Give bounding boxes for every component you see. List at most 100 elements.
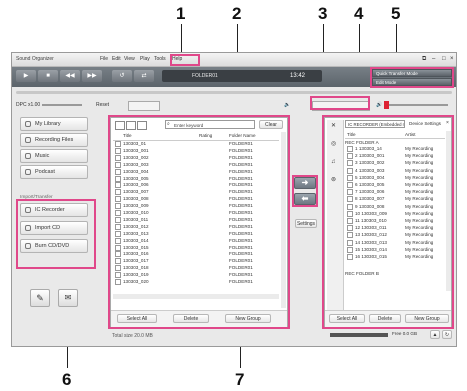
transfer-settings-button[interactable]: Settings bbox=[295, 219, 317, 228]
shuffle-icon[interactable]: ⇄ bbox=[134, 70, 154, 82]
device-row[interactable]: 13 130303_012 My Recording bbox=[345, 232, 445, 239]
row-checkbox[interactable] bbox=[115, 216, 121, 223]
row-checkbox[interactable] bbox=[115, 237, 121, 244]
device-row[interactable]: 5 130303_004 My Recording bbox=[345, 174, 445, 182]
device-row[interactable]: 1 130303_14 My Recording bbox=[345, 146, 445, 153]
search-input[interactable]: Enter keyword bbox=[165, 120, 255, 129]
row-checkbox[interactable] bbox=[115, 272, 121, 279]
table-row[interactable]: 130303_012 FOLDER01 bbox=[113, 223, 279, 231]
row-checkbox[interactable] bbox=[115, 251, 121, 258]
library-scrollbar[interactable] bbox=[281, 132, 286, 308]
transfer-to-device-button[interactable]: ➜ bbox=[294, 177, 316, 189]
table-row[interactable]: 130303_020 FOLDER01 bbox=[113, 279, 279, 286]
row-checkbox[interactable] bbox=[347, 246, 353, 253]
row-checkbox[interactable] bbox=[347, 189, 353, 196]
volume-slider[interactable] bbox=[384, 104, 448, 106]
row-checkbox[interactable] bbox=[347, 146, 353, 152]
sidebar-item-music[interactable]: Music bbox=[20, 149, 88, 163]
repeat-icon[interactable]: ↺ bbox=[112, 70, 132, 82]
row-checkbox[interactable] bbox=[115, 147, 121, 154]
row-checkbox[interactable] bbox=[115, 141, 121, 147]
sidebar-item-burn-cd[interactable]: Burn CD/DVD bbox=[20, 239, 88, 253]
view-toggle[interactable] bbox=[128, 101, 160, 111]
device-row[interactable]: 9 130303_008 My Recording bbox=[345, 203, 445, 211]
search-clear-button[interactable]: Clear bbox=[259, 120, 283, 129]
mail-icon[interactable]: ✉ bbox=[58, 289, 78, 307]
table-row[interactable]: 130303_011 FOLDER01 bbox=[113, 216, 279, 224]
table-row[interactable]: 130303_008 FOLDER01 bbox=[113, 196, 279, 203]
row-checkbox[interactable] bbox=[115, 244, 121, 251]
edit-mode-dropdown[interactable]: Edit Mode bbox=[372, 78, 452, 86]
row-checkbox[interactable] bbox=[347, 174, 353, 181]
column-rating[interactable]: Rating bbox=[199, 132, 212, 140]
device-recording-icon[interactable]: ◎ bbox=[331, 140, 336, 148]
device-panel-close-icon[interactable]: × bbox=[446, 120, 449, 127]
library-new-group-button[interactable]: New Group bbox=[225, 314, 271, 323]
sidebar-item-import-cd[interactable]: Import CD bbox=[20, 221, 88, 235]
rewind-icon[interactable]: ◀◀ bbox=[60, 70, 80, 82]
device-row[interactable]: 12 130303_011 My Recording bbox=[345, 225, 445, 232]
library-delete-button[interactable]: Delete bbox=[173, 314, 209, 323]
sidebar-item-recording-files[interactable]: Recording Files bbox=[20, 133, 88, 147]
device-selector[interactable]: IC RECORDER (Embedded me... bbox=[345, 120, 405, 128]
menu-file[interactable]: File bbox=[100, 56, 108, 63]
device-new-group-button[interactable]: New Group bbox=[405, 314, 449, 323]
row-checkbox[interactable] bbox=[115, 279, 121, 285]
restore-icon[interactable]: ⧉ bbox=[422, 55, 426, 63]
device-music-icon[interactable]: ♫ bbox=[331, 158, 336, 166]
row-checkbox[interactable] bbox=[347, 153, 353, 160]
table-row[interactable]: 130303_003 FOLDER01 bbox=[113, 161, 279, 169]
device-row[interactable]: 7 130303_006 My Recording bbox=[345, 189, 445, 196]
table-row[interactable]: 130303_010 FOLDER01 bbox=[113, 210, 279, 217]
table-row[interactable]: 130303_015 FOLDER01 bbox=[113, 244, 279, 252]
row-checkbox[interactable] bbox=[347, 225, 353, 232]
play-icon[interactable]: ▶ bbox=[16, 70, 36, 82]
device-row[interactable]: 11 130303_010 My Recording bbox=[345, 218, 445, 225]
device-row[interactable]: 4 130303_003 My Recording bbox=[345, 167, 445, 175]
row-checkbox[interactable] bbox=[115, 189, 121, 196]
column-title[interactable]: Title bbox=[123, 132, 132, 140]
table-row[interactable]: 130303_019 FOLDER01 bbox=[113, 272, 279, 279]
edit-tag-icon[interactable]: ✎ bbox=[30, 289, 50, 307]
device-column-title[interactable]: Title bbox=[347, 131, 356, 138]
library-h-scrollbar[interactable] bbox=[113, 294, 279, 299]
device-row[interactable]: 15 130303_014 My Recording bbox=[345, 246, 445, 254]
table-row[interactable]: 130303_001 FOLDER01 bbox=[113, 147, 279, 155]
row-checkbox[interactable] bbox=[115, 203, 121, 210]
device-select-all-button[interactable]: Select All bbox=[329, 314, 365, 323]
row-checkbox[interactable] bbox=[347, 254, 353, 260]
device-row[interactable]: 6 130303_005 My Recording bbox=[345, 182, 445, 189]
mode-toggle-group[interactable] bbox=[312, 101, 370, 111]
table-row[interactable]: 130303_016 FOLDER01 bbox=[113, 251, 279, 258]
view-list-icon[interactable] bbox=[137, 121, 147, 130]
table-row[interactable]: 130303_014 FOLDER01 bbox=[113, 237, 279, 245]
sync-icon[interactable]: ↻ bbox=[442, 330, 452, 339]
sidebar-item-ic-recorder[interactable]: IC Recorder bbox=[20, 203, 88, 217]
view-folder-icon[interactable] bbox=[126, 121, 136, 130]
stop-icon[interactable]: ■ bbox=[38, 70, 58, 82]
reset-button[interactable]: Reset bbox=[96, 102, 109, 109]
device-row[interactable]: 2 130303_001 My Recording bbox=[345, 153, 445, 160]
row-checkbox[interactable] bbox=[347, 160, 353, 167]
row-checkbox[interactable] bbox=[115, 175, 121, 182]
quick-transfer-dropdown[interactable]: Quick Transfer Mode bbox=[372, 69, 452, 77]
device-row[interactable]: 14 130303_013 My Recording bbox=[345, 239, 445, 247]
table-row[interactable]: 130303_017 FOLDER01 bbox=[113, 258, 279, 265]
row-checkbox[interactable] bbox=[115, 161, 121, 168]
row-checkbox[interactable] bbox=[347, 210, 353, 217]
device-folder-a[interactable]: REC FOLDER A bbox=[345, 139, 445, 146]
row-checkbox[interactable] bbox=[347, 232, 353, 239]
device-row[interactable]: 8 130303_007 My Recording bbox=[345, 196, 445, 203]
device-row[interactable]: 10 130303_009 My Recording bbox=[345, 210, 445, 218]
fast-forward-icon[interactable]: ▶▶ bbox=[82, 70, 102, 82]
row-checkbox[interactable] bbox=[115, 168, 121, 175]
maximize-icon[interactable]: □ bbox=[442, 55, 446, 63]
row-checkbox[interactable] bbox=[115, 265, 121, 272]
table-row[interactable]: 130303_004 FOLDER01 bbox=[113, 168, 279, 176]
menu-tools[interactable]: Tools bbox=[154, 56, 166, 63]
device-row[interactable]: 3 130303_002 My Recording bbox=[345, 160, 445, 167]
row-checkbox[interactable] bbox=[347, 203, 353, 210]
row-checkbox[interactable] bbox=[347, 182, 353, 188]
view-details-icon[interactable] bbox=[115, 121, 125, 130]
menu-edit[interactable]: Edit bbox=[112, 56, 121, 63]
